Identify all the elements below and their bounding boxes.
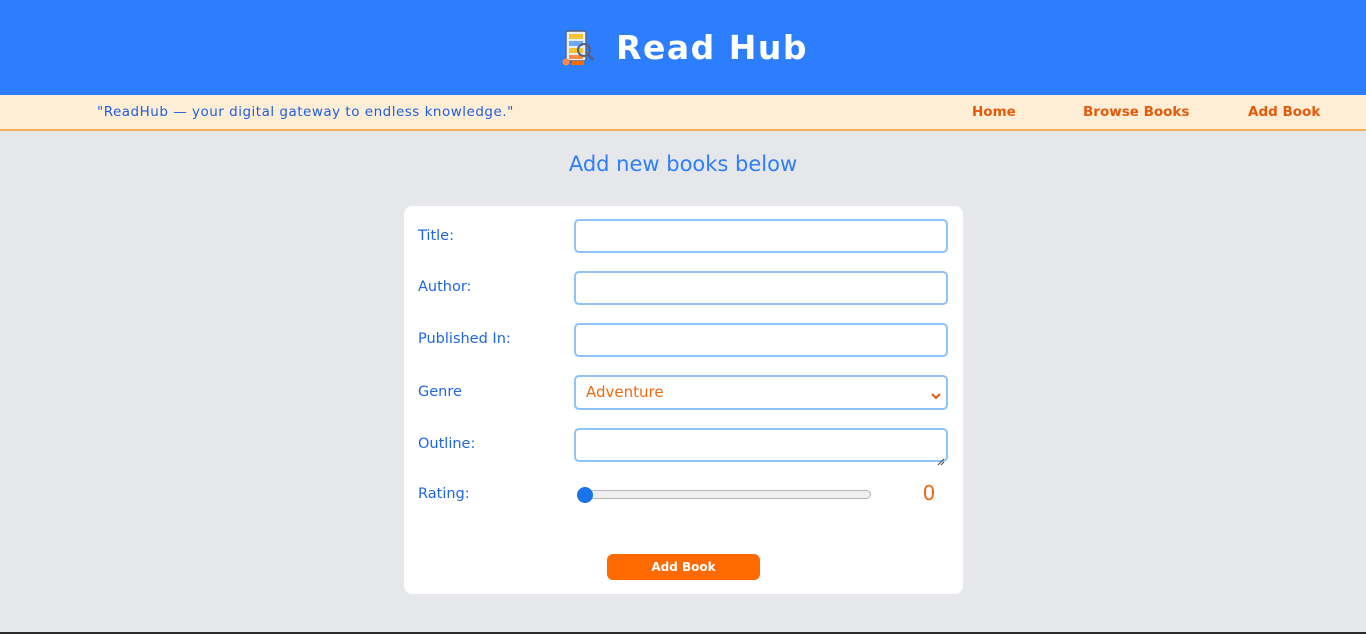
nav-link-browse-books[interactable]: Browse Books (1083, 95, 1189, 129)
book-shelf-icon (558, 28, 596, 68)
rating-slider-track[interactable] (578, 490, 871, 499)
genre-label: Genre (418, 384, 462, 400)
page-heading: Add new books below (568, 152, 798, 176)
chevron-down-icon (930, 387, 942, 400)
rating-value: 0 (922, 481, 936, 505)
nav-link-home[interactable]: Home (972, 95, 1016, 129)
nav-link-add-book[interactable]: Add Book (1248, 95, 1320, 129)
resize-handle-icon[interactable] (937, 451, 945, 466)
outline-label: Outline: (418, 436, 476, 452)
add-book-button[interactable]: Add Book (607, 554, 760, 580)
tagline: "ReadHub — your digital gateway to endle… (97, 104, 514, 120)
site-header: Read Hub (0, 0, 1366, 95)
navbar: "ReadHub — your digital gateway to endle… (0, 95, 1366, 131)
rating-label: Rating: (418, 486, 470, 502)
title-input[interactable] (574, 219, 948, 253)
outline-textarea[interactable] (574, 428, 948, 466)
add-book-form: Title: Author: Published In: Genre Adven… (404, 206, 963, 594)
title-label: Title: (418, 228, 454, 244)
rating-slider-thumb[interactable] (577, 487, 593, 503)
site-title: Read Hub (616, 28, 808, 67)
published-in-input[interactable] (574, 323, 948, 357)
genre-selected-value: Adventure (586, 383, 664, 401)
author-label: Author: (418, 279, 472, 295)
author-input[interactable] (574, 271, 948, 305)
published-in-label: Published In: (418, 331, 511, 347)
genre-select[interactable]: Adventure (574, 375, 948, 410)
